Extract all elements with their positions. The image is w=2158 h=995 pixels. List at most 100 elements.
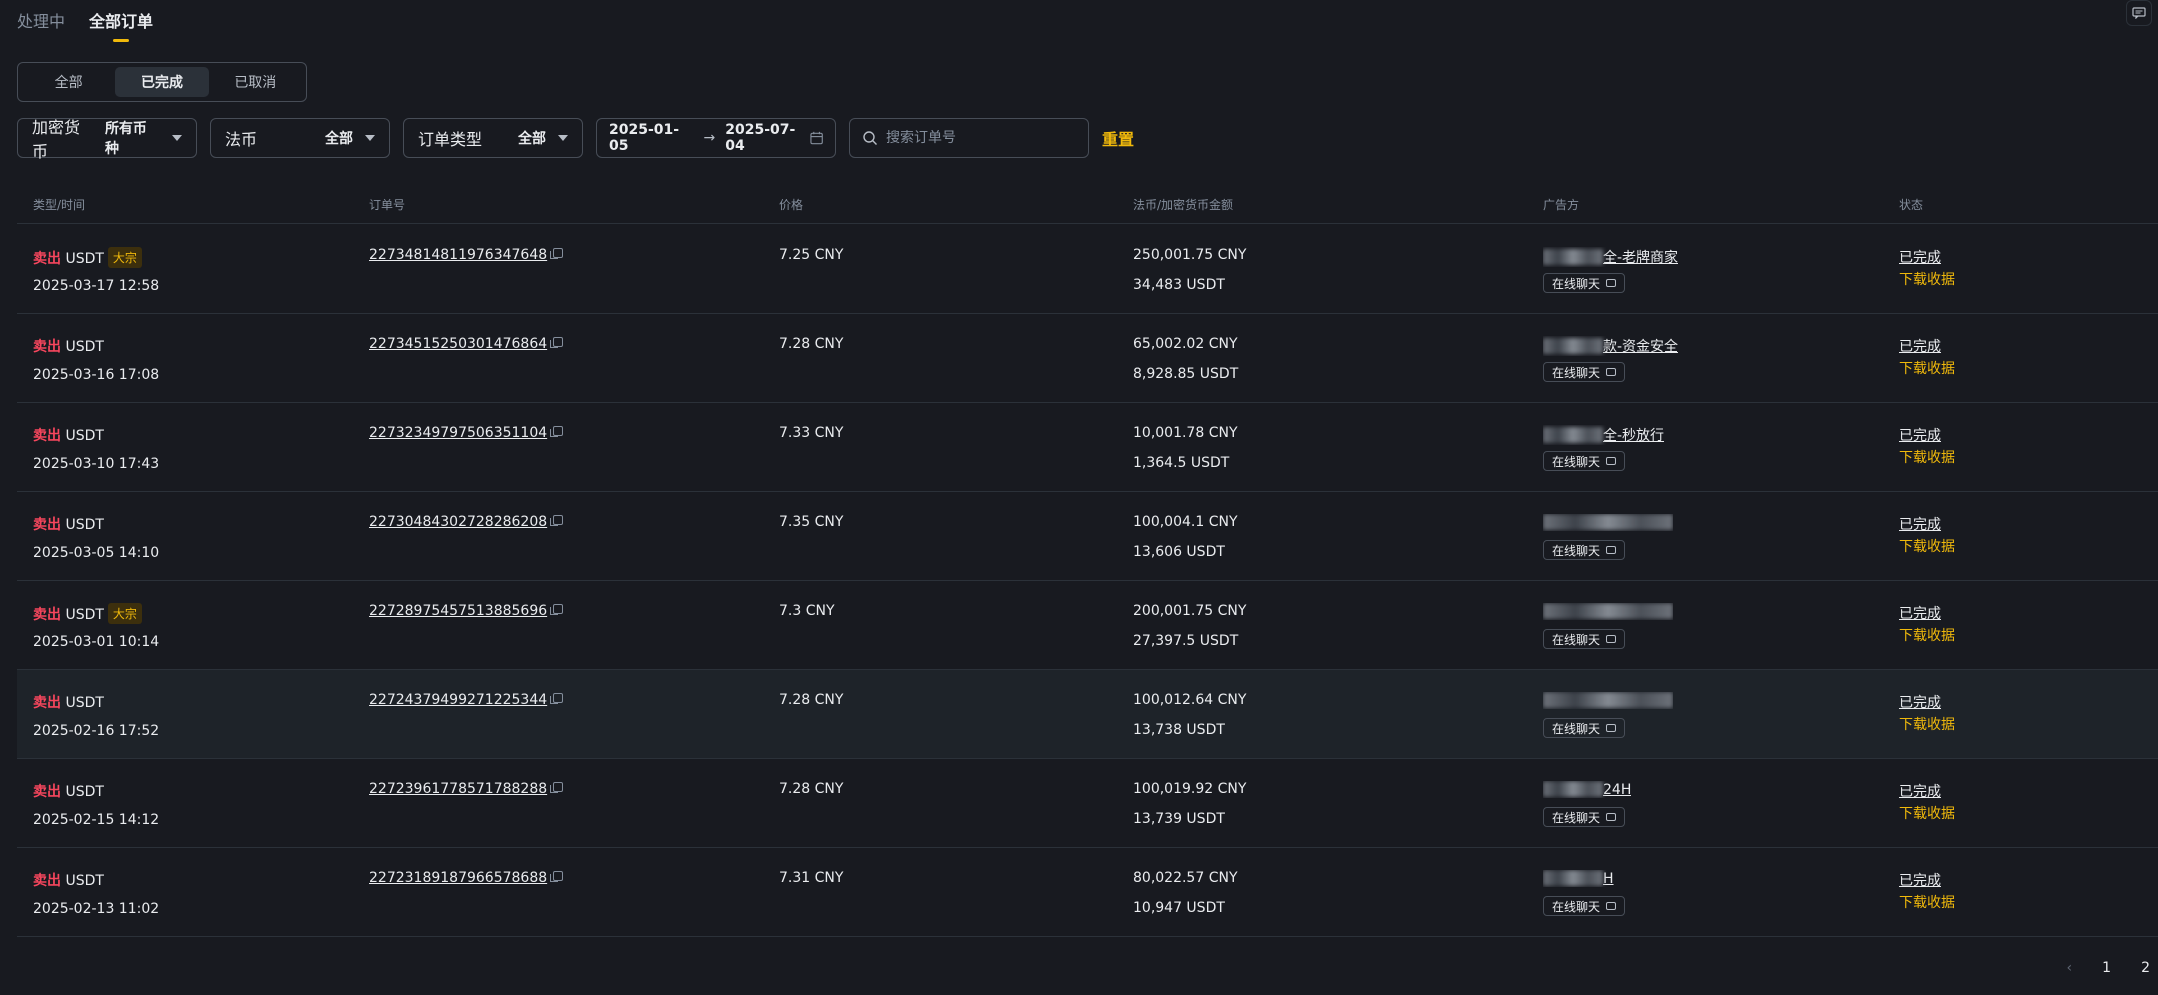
crypto-filter-select[interactable]: 加密货币 所有币种	[17, 118, 197, 161]
table-row: 卖出 USDT 2025-02-13 11:02 227231891879665…	[17, 848, 2158, 937]
copy-icon[interactable]	[550, 515, 564, 526]
advertiser-name-link[interactable]	[1543, 603, 1673, 620]
calendar-icon	[810, 131, 823, 145]
prev-page-icon[interactable]: ‹	[2067, 960, 2073, 976]
download-receipt-link[interactable]: 下载收据	[1899, 895, 1955, 911]
header-amount: 法币/加密货币金额	[1133, 198, 1234, 212]
tab-processing[interactable]: 处理中	[17, 8, 65, 42]
crypto-amount: 27,397.5 USDT	[1133, 633, 1239, 649]
date-to[interactable]: 2025-07-04	[725, 122, 810, 154]
status-link[interactable]: 已完成	[1899, 428, 1941, 444]
download-receipt-link[interactable]: 下载收据	[1899, 628, 1955, 644]
copy-icon[interactable]	[550, 693, 564, 704]
crypto-amount: 13,739 USDT	[1133, 811, 1225, 827]
download-receipt-link[interactable]: 下载收据	[1899, 539, 1955, 555]
copy-icon[interactable]	[550, 337, 564, 348]
advertiser-name-link[interactable]: 全-秒放行	[1543, 425, 1664, 445]
date-from[interactable]: 2025-01-05	[609, 122, 694, 154]
advertiser: 全-老牌商家	[1543, 247, 1738, 271]
order-number-link[interactable]: 22723189187966578688	[369, 870, 547, 886]
redacted-name	[1543, 603, 1673, 619]
chat-bubble-icon	[1606, 457, 1617, 465]
order-number-link[interactable]: 22723961778571788288	[369, 781, 547, 797]
online-chat: 在线聊天	[1543, 273, 1626, 293]
chevron-down-icon	[365, 135, 375, 141]
online-chat-button[interactable]: 在线聊天	[1543, 629, 1626, 649]
online-chat-button[interactable]: 在线聊天	[1543, 540, 1626, 560]
copy-icon[interactable]	[550, 604, 564, 615]
copy-icon[interactable]	[550, 782, 564, 793]
advertiser-name-link[interactable]	[1543, 514, 1673, 531]
download-receipt-link[interactable]: 下载收据	[1899, 361, 1955, 377]
download-receipt-link[interactable]: 下载收据	[1899, 450, 1955, 466]
status-link[interactable]: 已完成	[1899, 873, 1941, 889]
order-time: 2025-02-15 14:12	[33, 812, 160, 828]
crypto-amount: 8,928.85 USDT	[1133, 366, 1239, 382]
status-link[interactable]: 已完成	[1899, 784, 1941, 800]
order-number-link[interactable]: 22734515250301476864	[369, 336, 547, 352]
segment-cancelled[interactable]: 已取消	[209, 67, 302, 97]
price: 7.3 CNY	[779, 603, 835, 619]
advertiser-name-link[interactable]	[1543, 692, 1673, 709]
order-tabs: 处理中 全部订单	[17, 8, 153, 42]
date-range-picker[interactable]: 2025-01-05 → 2025-07-04	[596, 118, 836, 158]
table-row: 卖出 USDT 大宗 2025-03-01 10:14 2272897545751…	[17, 581, 2158, 670]
chat-bubble-icon	[1606, 813, 1617, 821]
online-chat-label: 在线聊天	[1552, 365, 1601, 380]
order-number-link[interactable]: 22724379499271225344	[369, 692, 547, 708]
order-number-link[interactable]: 22730484302728286208	[369, 514, 547, 530]
price: 7.33 CNY	[779, 425, 844, 441]
status-link[interactable]: 已完成	[1899, 339, 1941, 355]
advertiser-name-link[interactable]: 款-资金安全	[1543, 336, 1678, 356]
order-number-link[interactable]: 22734814811976347648	[369, 247, 547, 263]
download-receipt-link[interactable]: 下载收据	[1899, 717, 1955, 733]
status-link[interactable]: 已完成	[1899, 517, 1941, 533]
order-search-input[interactable]	[886, 130, 1066, 146]
table-row: 卖出 USDT 2025-02-15 14:12 227239617785717…	[17, 759, 2158, 848]
online-chat-label: 在线聊天	[1552, 543, 1601, 558]
advertiser: 款-资金安全	[1543, 336, 1738, 360]
segment-completed[interactable]: 已完成	[115, 67, 209, 97]
status-link[interactable]: 已完成	[1899, 606, 1941, 622]
redacted-name	[1543, 692, 1673, 708]
online-chat-button[interactable]: 在线聊天	[1543, 896, 1626, 916]
online-chat-button[interactable]: 在线聊天	[1543, 273, 1626, 293]
bulk-badge: 大宗	[107, 247, 142, 268]
advertiser-name-link[interactable]: 全-老牌商家	[1543, 247, 1678, 267]
status-link[interactable]: 已完成	[1899, 695, 1941, 711]
order-number: 22734814811976347648	[369, 247, 564, 263]
online-chat-button[interactable]: 在线聊天	[1543, 807, 1626, 827]
crypto-amount: 13,606 USDT	[1133, 544, 1225, 560]
order-type-filter-label: 订单类型	[418, 130, 483, 149]
orders-table-body: 卖出 USDT 大宗 2025-03-17 12:58 2273481481197…	[17, 225, 2158, 937]
online-chat-button[interactable]: 在线聊天	[1543, 718, 1626, 738]
fiat-amount: 100,019.92 CNY	[1133, 781, 1247, 797]
segment-all[interactable]: 全部	[22, 67, 115, 97]
fiat-filter-select[interactable]: 法币 全部	[210, 118, 390, 158]
table-row: 卖出 USDT 2025-03-16 17:08 227345152503014…	[17, 314, 2158, 403]
download-receipt-link[interactable]: 下载收据	[1899, 806, 1955, 822]
advertiser-name-link[interactable]: 24H	[1543, 781, 1631, 798]
order-number-link[interactable]: 22732349797506351104	[369, 425, 547, 441]
order-type-filter-select[interactable]: 订单类型 全部	[403, 118, 583, 158]
copy-icon[interactable]	[550, 871, 564, 882]
online-chat-button[interactable]: 在线聊天	[1543, 362, 1626, 382]
order-search-box[interactable]	[849, 118, 1089, 158]
feedback-button[interactable]	[2126, 0, 2152, 26]
advertiser-name-link[interactable]: H	[1543, 870, 1614, 887]
online-chat-button[interactable]: 在线聊天	[1543, 451, 1626, 471]
redacted-name	[1543, 249, 1603, 265]
order-number-link[interactable]: 22728975457513885696	[369, 603, 547, 619]
reset-button[interactable]: 重置	[1102, 126, 1134, 150]
page-1-button[interactable]: 1	[2102, 960, 2111, 976]
chat-bubble-icon	[1606, 279, 1617, 287]
status-link[interactable]: 已完成	[1899, 250, 1941, 266]
online-chat: 在线聊天	[1543, 718, 1626, 738]
page-2-button[interactable]: 2	[2141, 960, 2150, 976]
side-label: 卖出	[33, 873, 61, 889]
price: 7.28 CNY	[779, 336, 844, 352]
download-receipt-link[interactable]: 下载收据	[1899, 272, 1955, 288]
copy-icon[interactable]	[550, 426, 564, 437]
tab-all-orders[interactable]: 全部订单	[89, 8, 153, 42]
copy-icon[interactable]	[550, 248, 564, 259]
